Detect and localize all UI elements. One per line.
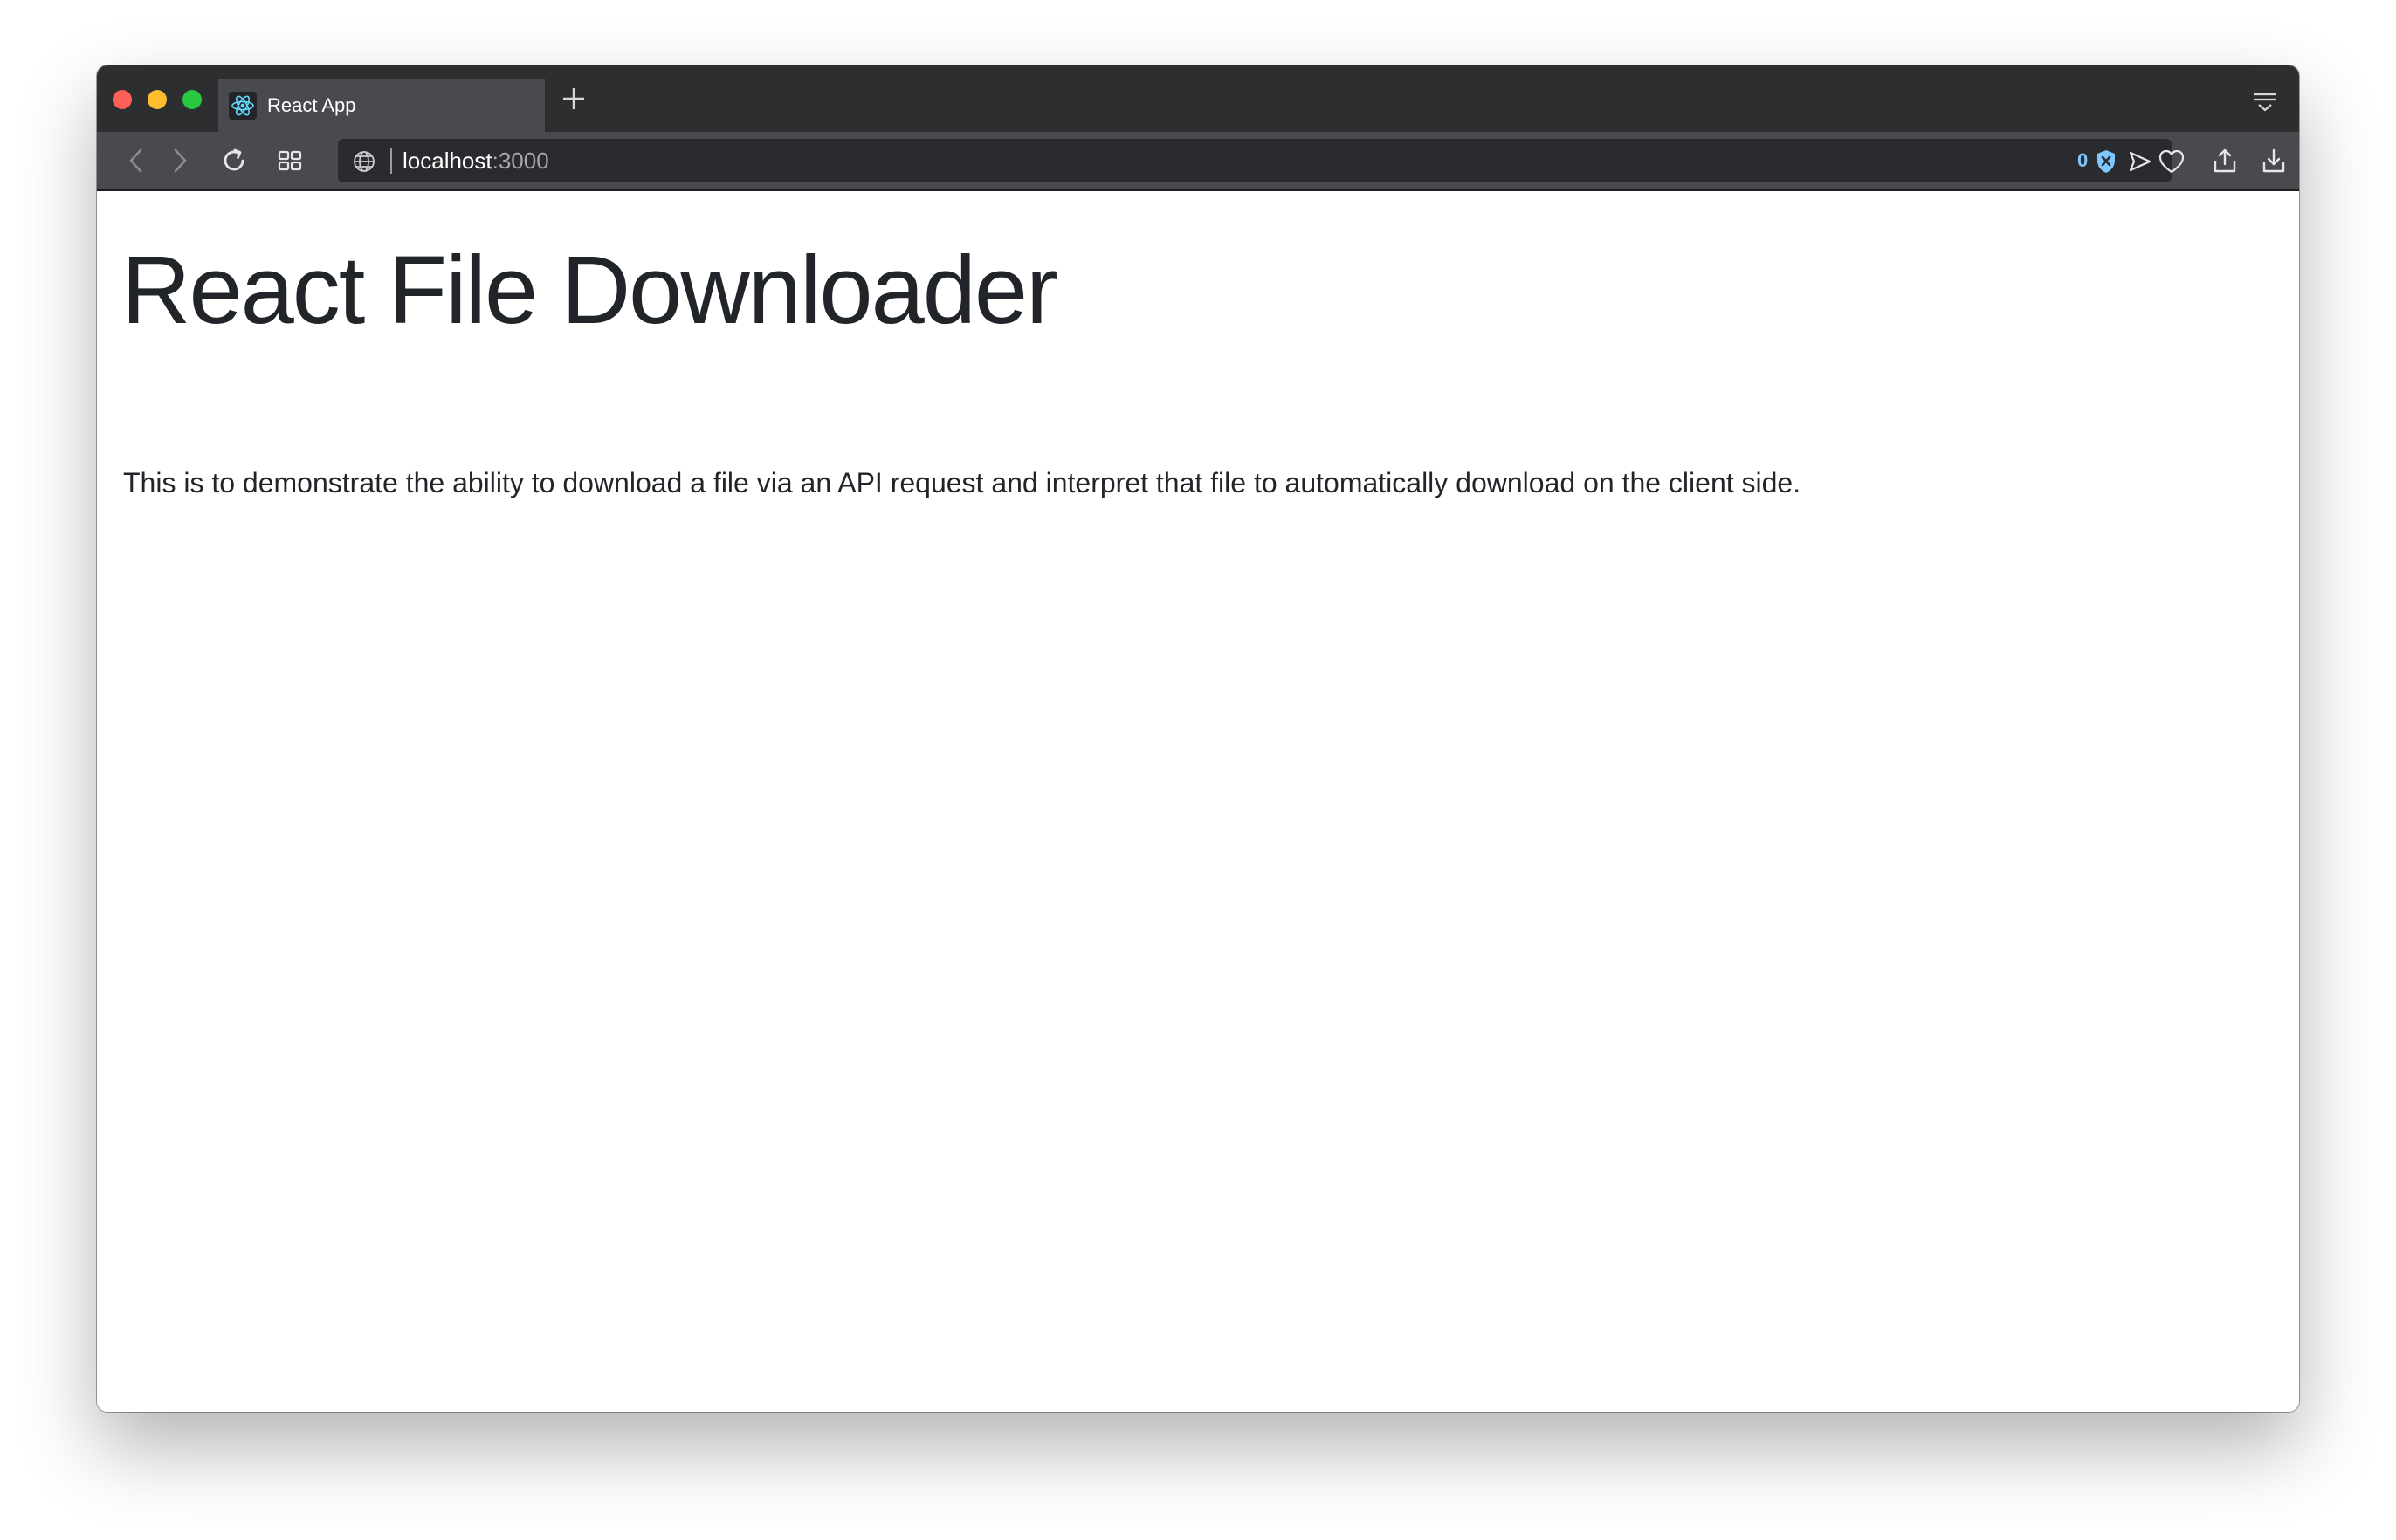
plus-icon xyxy=(563,88,584,109)
tab-title: React App xyxy=(267,94,356,116)
page-title: React File Downloader xyxy=(121,237,1058,344)
tab-strip: React App xyxy=(97,65,2299,132)
grid-icon xyxy=(278,150,302,171)
send-icon[interactable] xyxy=(2128,149,2152,174)
globe-icon xyxy=(354,151,375,172)
reload-button[interactable] xyxy=(217,144,251,177)
url-text[interactable]: localhost:3000 xyxy=(403,139,549,182)
page-description: This is to demonstrate the ability to do… xyxy=(123,467,1801,498)
share-button[interactable] xyxy=(2208,144,2241,177)
window-maximize-button[interactable] xyxy=(182,90,202,109)
window-close-button[interactable] xyxy=(113,90,132,109)
back-button[interactable] xyxy=(120,144,153,177)
reload-icon xyxy=(224,148,244,171)
tab-react-app[interactable]: React App xyxy=(218,79,545,132)
tab-menu-icon xyxy=(2254,93,2276,112)
url-port: :3000 xyxy=(492,148,549,174)
download-icon xyxy=(2262,148,2285,173)
address-separator xyxy=(390,148,392,174)
shield-icon[interactable] xyxy=(2095,148,2117,175)
heart-icon[interactable] xyxy=(2158,148,2186,175)
tab-menu-button[interactable] xyxy=(2252,90,2278,113)
forward-button[interactable] xyxy=(163,144,196,177)
address-bar[interactable]: localhost:3000 0 xyxy=(338,139,2185,182)
chevron-left-icon xyxy=(129,148,142,173)
window-minimize-button[interactable] xyxy=(148,90,167,109)
react-logo-icon xyxy=(229,92,257,120)
blocked-count-badge: 0 xyxy=(2077,149,2089,171)
share-icon xyxy=(2214,148,2236,173)
url-host: localhost xyxy=(403,148,492,174)
browser-window: React App localhost:3000 0 React File Do… xyxy=(97,65,2299,1412)
speed-dial-button[interactable] xyxy=(273,144,306,177)
downloads-button[interactable] xyxy=(2257,144,2290,177)
chevron-right-icon xyxy=(174,148,187,173)
new-tab-button[interactable] xyxy=(558,83,589,114)
page-content: React File Downloader This is to demonst… xyxy=(97,191,2299,1412)
browser-toolbar: localhost:3000 0 xyxy=(97,132,2299,191)
